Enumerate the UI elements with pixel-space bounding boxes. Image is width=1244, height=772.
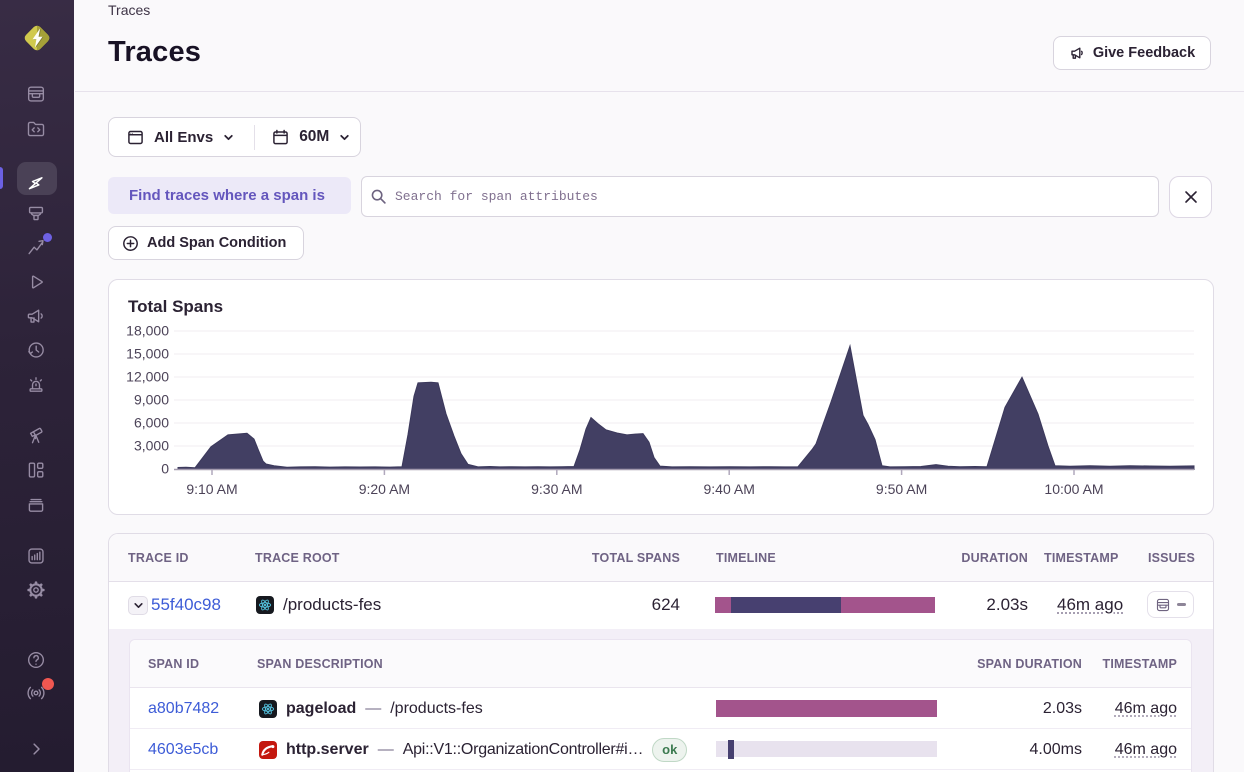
svg-text:9:30 AM: 9:30 AM [531, 481, 582, 497]
svg-text:9:40 AM: 9:40 AM [704, 481, 755, 497]
svg-text:18,000: 18,000 [126, 323, 169, 339]
svg-text:15,000: 15,000 [126, 346, 169, 362]
svg-text:9:50 AM: 9:50 AM [876, 481, 927, 497]
svg-text:9:20 AM: 9:20 AM [359, 481, 410, 497]
svg-text:9,000: 9,000 [134, 392, 169, 408]
svg-text:3,000: 3,000 [134, 438, 169, 454]
svg-text:10:00 AM: 10:00 AM [1044, 481, 1103, 497]
svg-text:12,000: 12,000 [126, 369, 169, 385]
svg-text:0: 0 [161, 461, 169, 477]
svg-text:6,000: 6,000 [134, 415, 169, 431]
svg-text:9:10 AM: 9:10 AM [186, 481, 237, 497]
